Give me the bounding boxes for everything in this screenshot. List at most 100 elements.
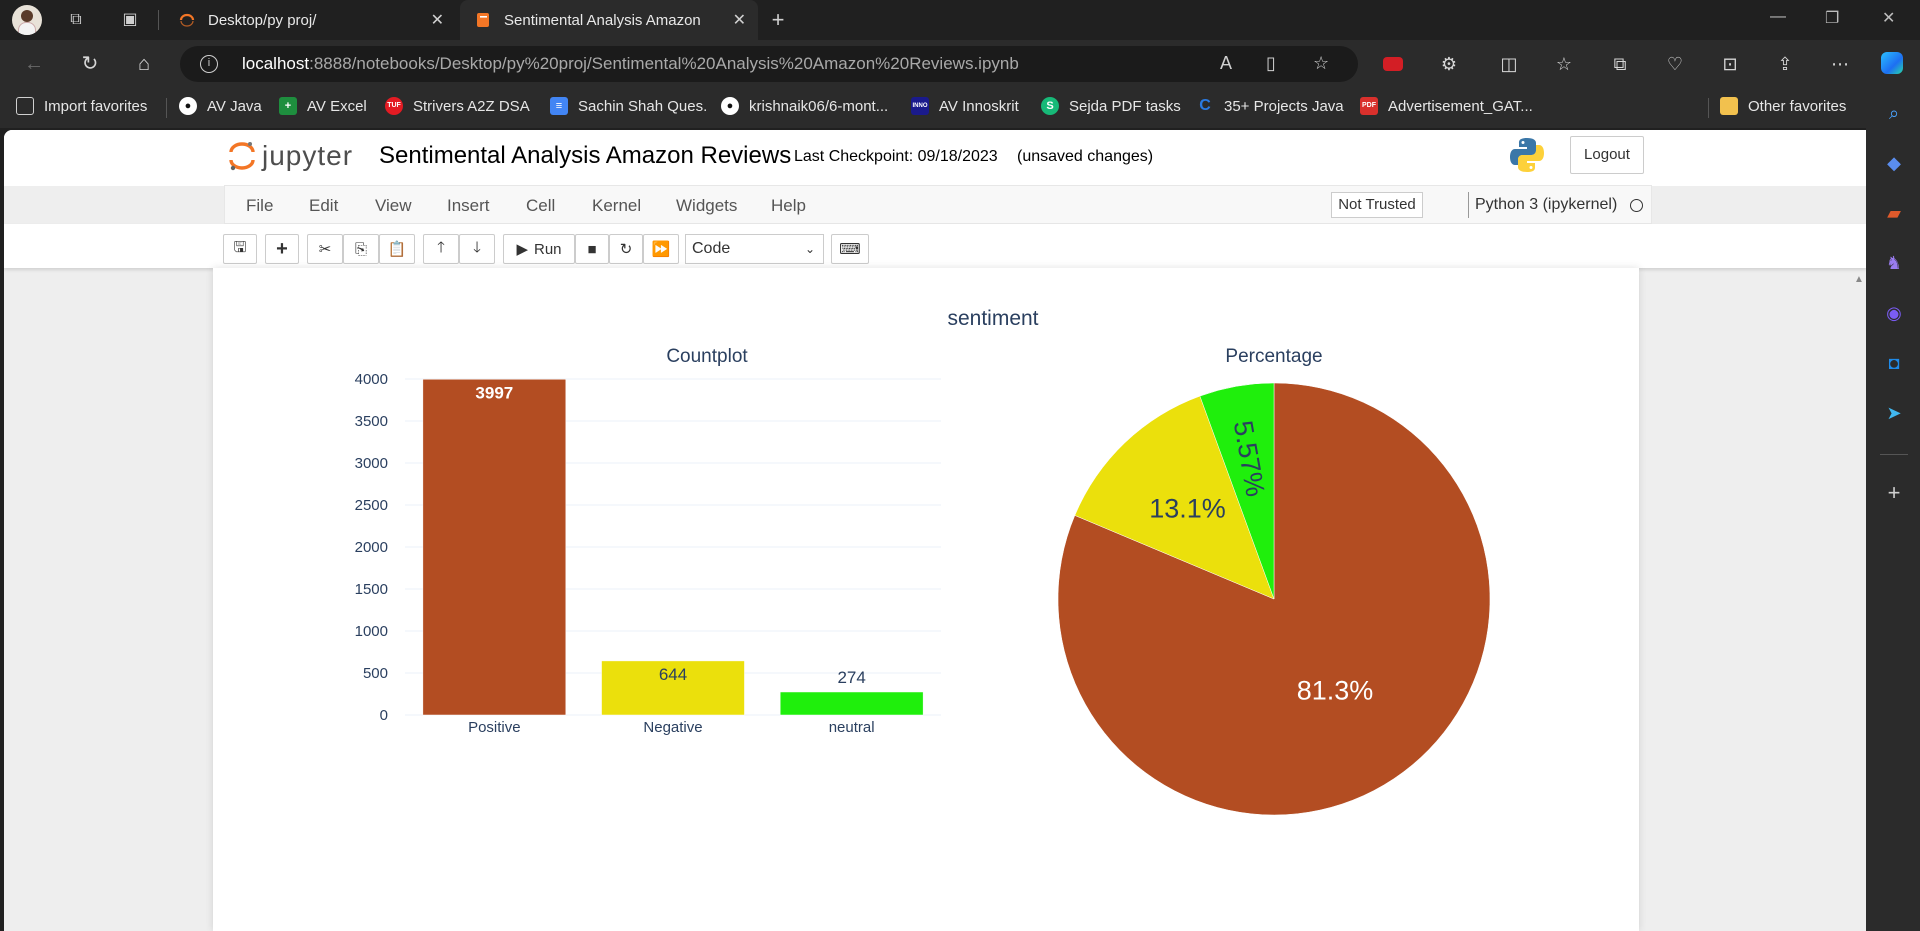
menu-help[interactable]: Help: [771, 196, 806, 216]
bookmark-av-excel[interactable]: + AV Excel: [279, 97, 367, 115]
search-icon[interactable]: ⌕: [1883, 102, 1905, 124]
bookmark-advertisement[interactable]: PDF Advertisement_GAT...: [1360, 97, 1533, 115]
more-menu-icon[interactable]: ⋯: [1828, 52, 1852, 76]
refresh-icon[interactable]: ↻: [78, 52, 102, 76]
interrupt-button[interactable]: ■: [575, 234, 609, 264]
new-tab-icon[interactable]: +: [766, 8, 790, 32]
menu-kernel[interactable]: Kernel: [592, 196, 641, 216]
bookmark-strivers[interactable]: TUF Strivers A2Z DSA: [385, 97, 530, 115]
copy-button[interactable]: ⎘: [343, 234, 379, 264]
page-viewport: jupyter Sentimental Analysis Amazon Revi…: [4, 130, 1866, 931]
run-button[interactable]: ▶ Run: [503, 234, 575, 264]
bookmark-35-projects[interactable]: C 35+ Projects Java: [1196, 97, 1343, 115]
jupyter-menubar: File Edit View Insert Cell Kernel Widget…: [224, 185, 1652, 224]
home-icon[interactable]: ⌂: [132, 52, 156, 76]
tools-icon[interactable]: ▰: [1883, 202, 1905, 224]
copilot-icon[interactable]: [1880, 52, 1904, 76]
games-icon[interactable]: ♞: [1883, 252, 1905, 274]
y-tick-label: 1500: [355, 581, 388, 598]
kernel-idle-indicator-icon: [1630, 199, 1643, 212]
immersive-reader-icon[interactable]: ▯: [1266, 53, 1276, 74]
bar-y-axis: 0 500 1000 1500 2000 2500 3000 3500 4000: [355, 371, 388, 724]
y-tick-label: 3000: [355, 455, 388, 472]
bookmark-av-innoskrit[interactable]: INNO AV Innoskrit: [911, 97, 1019, 115]
bookmark-import-favorites[interactable]: Import favorites: [16, 97, 147, 115]
bar-neutral[interactable]: [779, 691, 924, 716]
restart-button[interactable]: ↻: [609, 234, 643, 264]
menu-insert[interactable]: Insert: [447, 196, 490, 216]
collections-icon[interactable]: ⧉: [1608, 52, 1632, 76]
cut-button[interactable]: ✂: [307, 234, 343, 264]
bookmark-av-java[interactable]: ● AV Java: [179, 97, 262, 115]
scroll-up-icon[interactable]: ▲: [1854, 274, 1864, 285]
move-up-button[interactable]: 🡑: [423, 234, 459, 264]
pie-slice-label: 81.3%: [1297, 676, 1374, 706]
workspaces-icon[interactable]: ⧉: [64, 8, 88, 32]
close-icon[interactable]: ✕: [733, 10, 746, 30]
logout-button[interactable]: Logout: [1570, 136, 1644, 174]
x-tick-label: neutral: [829, 719, 875, 736]
paste-button[interactable]: 📋: [379, 234, 415, 264]
read-aloud-icon[interactable]: A: [1220, 53, 1232, 74]
restart-run-all-button[interactable]: ⏩: [643, 234, 679, 264]
office-icon[interactable]: ◉: [1883, 302, 1905, 324]
restart-icon: ↻: [619, 241, 633, 258]
tab-sentimental-analysis[interactable]: Sentimental Analysis Amazon Re ✕: [460, 0, 758, 40]
command-palette-button[interactable]: ⌨: [831, 234, 869, 264]
bar-positive[interactable]: [422, 379, 567, 716]
shopping-tag-icon[interactable]: ◆: [1883, 152, 1905, 174]
favorites-icon[interactable]: ☆: [1552, 52, 1576, 76]
site-info-icon[interactable]: i: [200, 55, 218, 73]
minimize-icon[interactable]: —: [1770, 8, 1786, 26]
tab-actions-icon[interactable]: ▣: [118, 8, 142, 32]
add-icon[interactable]: +: [1883, 482, 1905, 504]
not-trusted-button[interactable]: Not Trusted: [1331, 192, 1423, 218]
menu-view[interactable]: View: [375, 196, 412, 216]
bookmark-krishnaik[interactable]: ● krishnaik06/6-mont...: [721, 97, 888, 115]
cell-type-select[interactable]: Code ⌄: [685, 234, 824, 264]
jupyter-header: jupyter Sentimental Analysis Amazon Revi…: [4, 130, 1866, 186]
sejda-icon: S: [1041, 97, 1059, 115]
kernel-name[interactable]: Python 3 (ipykernel): [1475, 196, 1617, 214]
move-down-button[interactable]: 🡓: [459, 234, 495, 264]
browser-titlebar: ⧉ ▣ Desktop/py proj/ ✕ Sentimental Analy…: [0, 0, 1920, 40]
send-icon[interactable]: ➤: [1883, 402, 1905, 424]
menu-edit[interactable]: Edit: [309, 196, 338, 216]
tab-desktop-py-proj[interactable]: Desktop/py proj/ ✕: [164, 0, 456, 40]
screenshot-icon[interactable]: ⊡: [1718, 52, 1742, 76]
menu-cell[interactable]: Cell: [526, 196, 555, 216]
bar-data-label: 644: [659, 665, 687, 684]
insert-cell-button[interactable]: +: [265, 234, 299, 264]
close-icon[interactable]: ✕: [431, 10, 444, 30]
outlook-icon[interactable]: ◘: [1883, 352, 1905, 374]
restore-icon[interactable]: ❐: [1825, 8, 1839, 28]
address-bar[interactable]: i localhost:8888/notebooks/Desktop/py%20…: [180, 46, 1358, 82]
notebook-area: sentiment Countplot Percentage 0 500 1000 1…: [4, 268, 1866, 931]
save-button[interactable]: 🖫: [223, 234, 257, 264]
notebook-title[interactable]: Sentimental Analysis Amazon Reviews: [379, 142, 791, 170]
bookmark-sejda[interactable]: S Sejda PDF tasks: [1041, 97, 1181, 115]
extension-red-icon[interactable]: [1381, 52, 1405, 76]
extensions-icon[interactable]: ⚙: [1437, 52, 1461, 76]
bookmark-other-favorites[interactable]: Other favorites: [1720, 97, 1846, 115]
split-screen-icon[interactable]: ◫: [1497, 52, 1521, 76]
favorite-star-icon[interactable]: ☆: [1313, 53, 1329, 74]
profile-avatar[interactable]: [12, 5, 42, 35]
bookmark-sachin-shah[interactable]: ≡ Sachin Shah Ques.: [550, 97, 707, 115]
share-icon[interactable]: ⇪: [1773, 52, 1797, 76]
menu-file[interactable]: File: [246, 196, 273, 216]
innoskrit-icon: INNO: [911, 97, 929, 115]
browser-essentials-icon[interactable]: ♡: [1663, 52, 1687, 76]
jupyter-logo[interactable]: jupyter: [228, 140, 353, 172]
close-window-icon[interactable]: ✕: [1882, 8, 1895, 28]
plus-icon: +: [276, 237, 288, 260]
y-tick-label: 2000: [355, 539, 388, 556]
docs-icon: ≡: [550, 97, 568, 115]
menu-widgets[interactable]: Widgets: [676, 196, 737, 216]
back-icon[interactable]: ←: [22, 52, 46, 76]
jupyter-logo-icon: [229, 142, 255, 171]
pie-subplot-title: Percentage: [1225, 346, 1322, 367]
figure-title: sentiment: [947, 307, 1038, 330]
play-icon: ▶: [516, 241, 528, 258]
tuf-icon: TUF: [385, 97, 403, 115]
